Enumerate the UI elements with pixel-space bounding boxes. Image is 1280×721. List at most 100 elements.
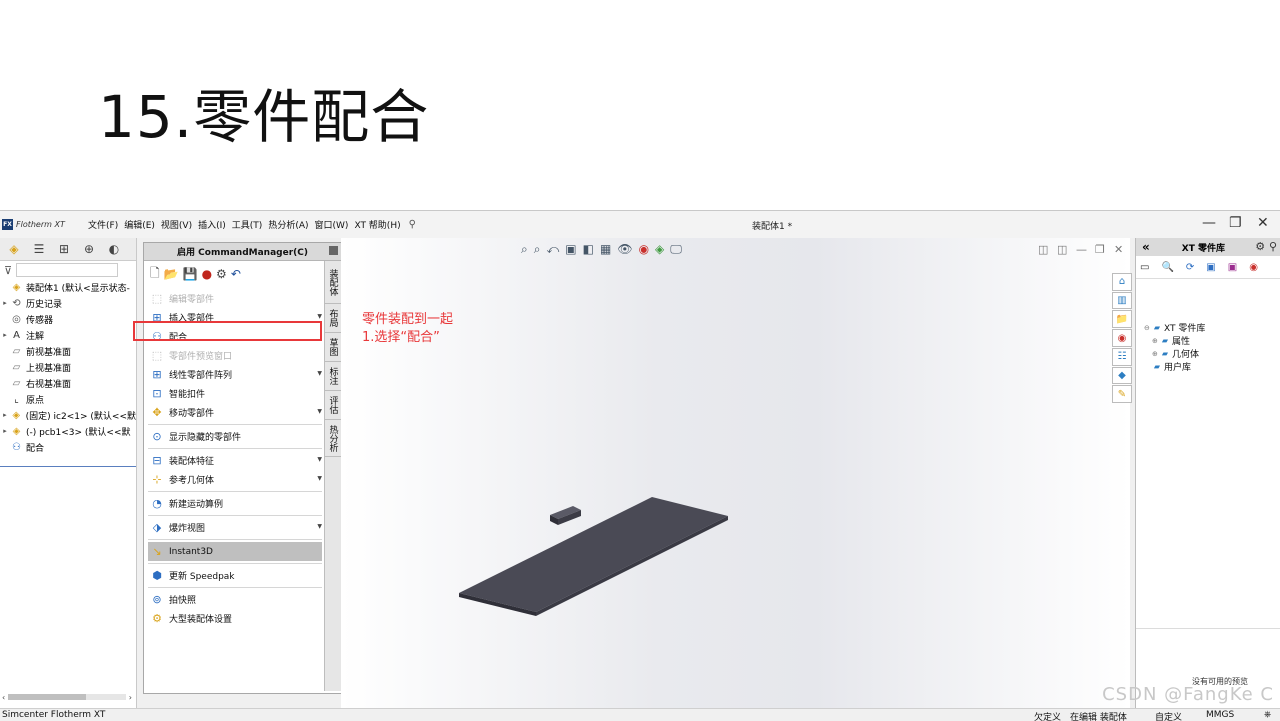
- notes-icon[interactable]: ✎: [1112, 385, 1132, 404]
- save-icon[interactable]: 💾: [183, 267, 198, 281]
- refresh-icon[interactable]: ⟳: [1186, 262, 1194, 273]
- tree-item[interactable]: ◈ 装配体1 (默认<显示状态-: [0, 279, 136, 295]
- library-tree-node[interactable]: ▰ 用户库: [1144, 360, 1280, 373]
- palette-icon[interactable]: ◉: [1249, 262, 1258, 273]
- options-gear-icon[interactable]: ⚙: [216, 267, 227, 281]
- library-tree-node[interactable]: ⊖ ▰ XT 零件库: [1144, 321, 1280, 334]
- side-tab[interactable]: 标注: [325, 362, 341, 391]
- dropdown-arrow-icon[interactable]: ▼: [317, 370, 322, 377]
- command-item[interactable]: ⊹ 参考几何体 ▼: [148, 470, 322, 489]
- pin-icon[interactable]: ⚲: [409, 219, 416, 230]
- undo-icon[interactable]: ↶: [231, 267, 241, 281]
- menu-help[interactable]: XT 帮助(H): [354, 218, 400, 231]
- menu-view[interactable]: 视图(V): [161, 218, 192, 231]
- model-graphics[interactable]: [341, 238, 1130, 708]
- tree-item[interactable]: ▱ 右视基准面: [0, 375, 136, 391]
- tree-item[interactable]: ◎ 传感器: [0, 311, 136, 327]
- command-item[interactable]: ⊙ 显示隐藏的零部件: [148, 427, 322, 446]
- minimize-icon[interactable]: —: [1202, 215, 1216, 231]
- design-library-icon[interactable]: ▥: [1112, 291, 1132, 310]
- scroll-left-icon[interactable]: ‹: [2, 693, 5, 702]
- library-tree-node[interactable]: ⊕ ▰ 几何体: [1144, 347, 1280, 360]
- command-item[interactable]: ⚙ 大型装配体设置: [148, 609, 322, 628]
- tree-item[interactable]: ▱ 上视基准面: [0, 359, 136, 375]
- home-icon[interactable]: ⌂: [1112, 273, 1132, 291]
- command-item[interactable]: ◔ 新建运动算例: [148, 494, 322, 513]
- menu-file[interactable]: 文件(F): [88, 218, 118, 231]
- tree-item[interactable]: ▸ ⟲ 历史记录: [0, 295, 136, 311]
- tree-item[interactable]: ▸ A 注解: [0, 327, 136, 343]
- dropdown-arrow-icon[interactable]: ▼: [317, 475, 322, 482]
- rebuild-icon[interactable]: ●: [202, 267, 212, 281]
- menu-tools[interactable]: 工具(T): [232, 218, 263, 231]
- close-icon[interactable]: ✕: [1257, 215, 1269, 231]
- command-item[interactable]: ⬢ 更新 Speedpak: [148, 566, 322, 585]
- expand-arrow-icon[interactable]: ▸: [0, 427, 10, 435]
- display-manager-tab-icon[interactable]: ◐: [103, 240, 125, 258]
- command-item[interactable]: ↘ Instant3D: [148, 542, 322, 561]
- side-tab[interactable]: 布局: [325, 304, 341, 333]
- scroll-right-icon[interactable]: ›: [129, 693, 132, 702]
- find-icon[interactable]: 🔍: [1161, 262, 1173, 273]
- command-item[interactable]: ✥ 移动零部件 ▼: [148, 403, 322, 422]
- tree-item[interactable]: ▱ 前视基准面: [0, 343, 136, 359]
- expand-node-icon[interactable]: ⊕: [1152, 337, 1160, 345]
- file-explorer-icon[interactable]: 📁: [1112, 310, 1132, 329]
- xt-library-tab-icon[interactable]: ◆: [1112, 366, 1132, 385]
- search-icon[interactable]: ▭: [1140, 262, 1149, 273]
- restore-icon[interactable]: ❐: [1229, 215, 1242, 231]
- appearances-icon[interactable]: ◉: [1112, 329, 1132, 347]
- dimxpert-tab-icon[interactable]: ⊕: [78, 240, 100, 258]
- menu-edit[interactable]: 编辑(E): [124, 218, 155, 231]
- collapse-panel-icon[interactable]: «: [1142, 240, 1150, 254]
- tree-item[interactable]: ⚇ 配合: [0, 439, 136, 455]
- command-manager-header[interactable]: 启用 CommandManager(C): [144, 243, 341, 261]
- dropdown-arrow-icon[interactable]: ▼: [317, 456, 322, 463]
- expand-arrow-icon[interactable]: ▸: [0, 331, 10, 339]
- side-tab[interactable]: 草图: [325, 333, 341, 362]
- expand-node-icon[interactable]: ⊕: [1152, 350, 1160, 358]
- scroll-thumb[interactable]: [8, 694, 87, 700]
- side-tab[interactable]: 装配体: [325, 261, 341, 304]
- bookmark-icon[interactable]: ▣: [1228, 262, 1237, 273]
- dropdown-arrow-icon[interactable]: ▼: [317, 523, 322, 530]
- dropdown-arrow-icon[interactable]: ▼: [317, 313, 322, 320]
- expand-node-icon[interactable]: ⊖: [1144, 324, 1152, 332]
- menu-window[interactable]: 窗口(W): [315, 218, 349, 231]
- dropdown-arrow-icon[interactable]: ▼: [317, 408, 322, 415]
- status-units[interactable]: MMGS: [1206, 710, 1234, 720]
- menu-thermal[interactable]: 热分析(A): [268, 218, 308, 231]
- tree-filter[interactable]: ⊽: [0, 261, 136, 279]
- status-tag-icon[interactable]: ⎈: [1264, 710, 1271, 720]
- feature-manager-tab-icon[interactable]: ◈: [3, 240, 25, 258]
- tree-item[interactable]: ⌞ 原点: [0, 391, 136, 407]
- command-item[interactable]: ⊟ 装配体特征 ▼: [148, 451, 322, 470]
- tree-horizontal-scrollbar[interactable]: ‹ ›: [2, 692, 132, 702]
- expand-arrow-icon[interactable]: ▸: [0, 299, 10, 307]
- menu-insert[interactable]: 插入(I): [198, 218, 226, 231]
- filter-input[interactable]: [16, 263, 119, 277]
- pcb-board-top[interactable]: [459, 497, 728, 612]
- tree-item[interactable]: ▸ ◈ (-) pcb1<3> (默认<<默: [0, 423, 136, 439]
- command-item[interactable]: ⬗ 爆炸视图 ▼: [148, 518, 322, 537]
- side-tab[interactable]: 热分析: [325, 420, 341, 457]
- collapse-header-icon[interactable]: [329, 246, 338, 255]
- library-tool-icon[interactable]: ▣: [1206, 262, 1215, 273]
- status-custom[interactable]: 自定义: [1155, 710, 1182, 721]
- expand-arrow-icon[interactable]: ▸: [0, 411, 10, 419]
- library-tree-node[interactable]: ⊕ ▰ 属性: [1144, 334, 1280, 347]
- command-item[interactable]: ⊡ 智能扣件: [148, 384, 322, 403]
- new-document-icon[interactable]: 🗋: [150, 264, 160, 285]
- tree-item[interactable]: ▸ ◈ (固定) ic2<1> (默认<<默: [0, 407, 136, 423]
- command-item[interactable]: ⊚ 拍快照: [148, 590, 322, 609]
- open-document-icon[interactable]: 📂: [164, 267, 179, 281]
- command-item[interactable]: ⊞ 线性零部件阵列 ▼: [148, 365, 322, 384]
- custom-properties-icon[interactable]: ☷: [1112, 347, 1132, 366]
- graphics-viewport[interactable]: ⌕ ⌕ ⤺ ▣ ◧ ▦ 👁 ◉ ◈ 🖵 ◫ ◫ — ❐ ✕ 零件装配到一起 1.…: [341, 238, 1130, 708]
- scroll-track[interactable]: [8, 694, 126, 700]
- panel-settings-icon[interactable]: ⚙ ⚲: [1255, 240, 1277, 253]
- side-tab[interactable]: 评估: [325, 391, 341, 420]
- filter-icon[interactable]: ⊽: [4, 264, 12, 277]
- property-manager-tab-icon[interactable]: ☰: [28, 240, 50, 258]
- configuration-manager-tab-icon[interactable]: ⊞: [53, 240, 75, 258]
